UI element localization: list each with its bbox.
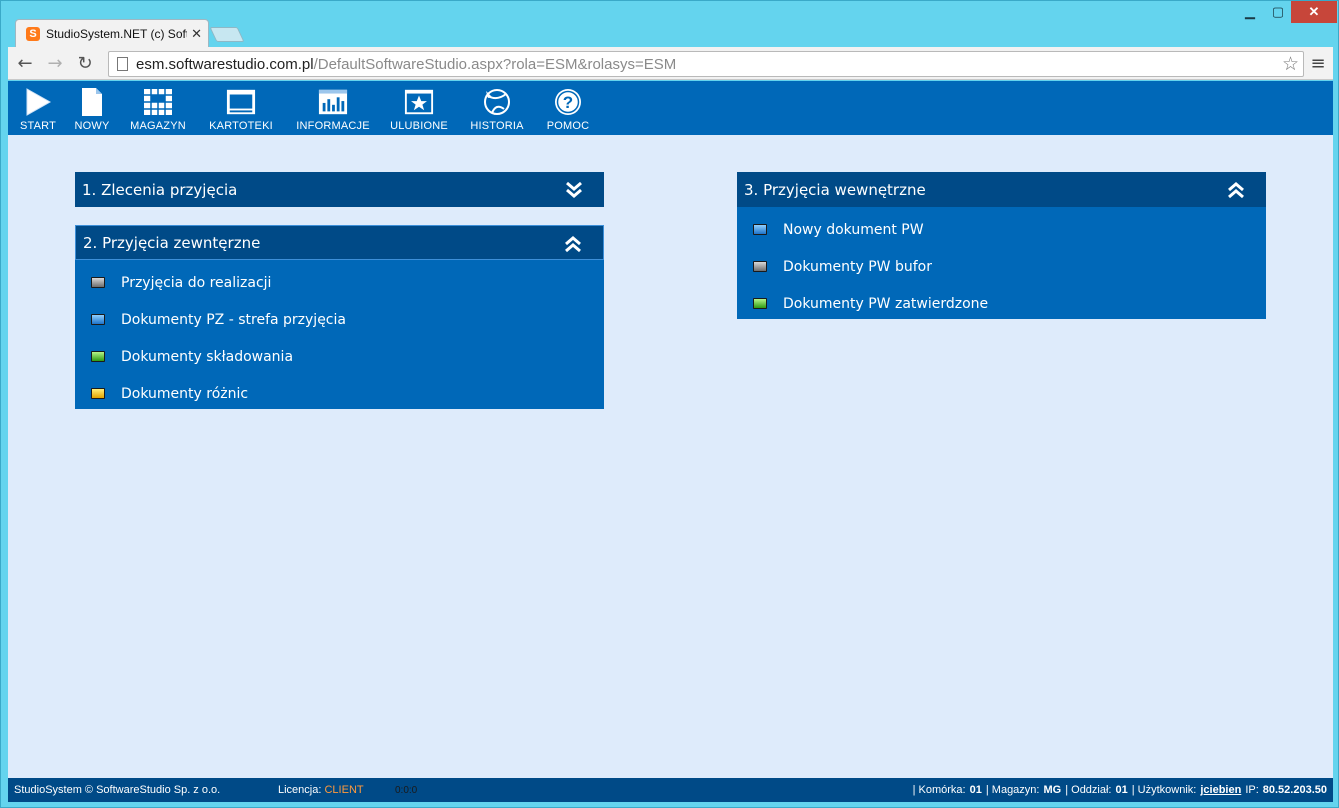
panel-wewnetrzne-header[interactable]: 3. Przyjęcia wewnętrzne bbox=[737, 172, 1266, 207]
back-arrow-icon[interactable]: ← bbox=[12, 50, 38, 76]
menu-magazyn-label: MAGAZYN bbox=[130, 120, 186, 132]
app-content: START NOWY MAGAZYN KARTOTEKI INFORMACJE … bbox=[8, 81, 1333, 802]
window-close-icon[interactable]: ✕ bbox=[1291, 1, 1337, 23]
panel-zewnetrzne-body: Przyjęcia do realizacji Dokumenty PZ - s… bbox=[75, 260, 604, 420]
list-item-dokumenty-pz[interactable]: Dokumenty PZ - strefa przyjęcia bbox=[75, 301, 604, 338]
panel-przyjecia-wewnetrzne: 3. Przyjęcia wewnętrzne Nowy dokument PW… bbox=[737, 172, 1266, 319]
status-komorka-label: | Komórka: bbox=[912, 784, 966, 796]
list-item-label: Dokumenty różnic bbox=[121, 385, 249, 402]
app-menu-bar: START NOWY MAGAZYN KARTOTEKI INFORMACJE … bbox=[8, 81, 1333, 135]
new-document-icon bbox=[77, 87, 107, 117]
play-icon bbox=[23, 87, 53, 117]
status-oddzial-label: | Oddział: bbox=[1065, 784, 1112, 796]
svg-text:?: ? bbox=[563, 93, 573, 112]
list-item-dokumenty-pw-bufor[interactable]: Dokumenty PW bufor bbox=[737, 248, 1266, 285]
list-item-label: Nowy dokument PW bbox=[783, 221, 924, 238]
chevron-double-up-icon[interactable] bbox=[1226, 180, 1246, 200]
forward-arrow-icon[interactable]: → bbox=[42, 50, 68, 76]
browser-menu-icon[interactable]: ≡ bbox=[1308, 51, 1328, 75]
menu-informacje-label: INFORMACJE bbox=[296, 120, 370, 132]
list-item-label: Przyjęcia do realizacji bbox=[121, 274, 272, 291]
status-user-label: | Użytkownik: bbox=[1131, 784, 1197, 796]
browser-tab[interactable]: S StudioSystem.NET (c) Soft ✕ bbox=[15, 19, 209, 47]
chevron-double-up-icon[interactable] bbox=[563, 234, 583, 254]
star-icon bbox=[404, 87, 434, 117]
bar-chart-icon bbox=[318, 87, 348, 117]
blue-bullet-icon bbox=[753, 224, 767, 235]
list-item-label: Dokumenty składowania bbox=[121, 348, 294, 365]
menu-start-button[interactable]: START bbox=[12, 81, 64, 135]
status-oddzial-value: 01 bbox=[1115, 784, 1128, 796]
menu-ulubione-button[interactable]: ULUBIONE bbox=[380, 81, 458, 135]
panel-zewnetrzne-header[interactable]: 2. Przyjęcia zewntęrzne bbox=[75, 225, 604, 260]
maximize-icon[interactable]: ▢ bbox=[1265, 1, 1291, 23]
globe-history-icon bbox=[482, 87, 512, 117]
yellow-bullet-icon bbox=[91, 388, 105, 399]
browser-toolbar: ← → ↻ esm.softwarestudio.com.pl/DefaultS… bbox=[8, 47, 1333, 80]
tab-strip: S StudioSystem.NET (c) Soft ✕ ▁ ▢ ✕ bbox=[1, 1, 1338, 47]
status-user-link[interactable]: jciebien bbox=[1200, 784, 1241, 796]
status-license-label: Licencja: bbox=[278, 784, 322, 796]
blue-bullet-icon bbox=[91, 314, 105, 325]
green-bullet-icon bbox=[753, 298, 767, 309]
list-item-przyjecia-do-realizacji[interactable]: Przyjęcia do realizacji bbox=[75, 264, 604, 301]
chevron-double-down-icon[interactable] bbox=[564, 180, 584, 200]
status-bar: StudioSystem © SoftwareStudio Sp. z o.o.… bbox=[8, 778, 1333, 802]
window-card-icon bbox=[226, 87, 256, 117]
menu-kartoteki-button[interactable]: KARTOTEKI bbox=[196, 81, 286, 135]
new-tab-button[interactable] bbox=[209, 27, 245, 42]
panel-zlecenia-title: 1. Zlecenia przyjęcia bbox=[82, 180, 238, 199]
panel-zlecenia-header[interactable]: 1. Zlecenia przyjęcia bbox=[75, 172, 604, 207]
status-license: Licencja: CLIENT bbox=[278, 784, 364, 796]
list-item-dokumenty-skladowania[interactable]: Dokumenty składowania bbox=[75, 338, 604, 375]
status-ip-label: IP: bbox=[1245, 784, 1259, 796]
warehouse-grid-icon bbox=[143, 87, 173, 117]
tab-close-icon[interactable]: ✕ bbox=[191, 26, 202, 42]
panel-zewnetrzne-title: 2. Przyjęcia zewntęrzne bbox=[83, 233, 261, 252]
menu-kartoteki-label: KARTOTEKI bbox=[209, 120, 273, 132]
status-license-value: CLIENT bbox=[324, 784, 364, 796]
list-item-label: Dokumenty PZ - strefa przyjęcia bbox=[121, 311, 346, 328]
menu-magazyn-button[interactable]: MAGAZYN bbox=[120, 81, 196, 135]
menu-historia-button[interactable]: HISTORIA bbox=[458, 81, 536, 135]
browser-window: S StudioSystem.NET (c) Soft ✕ ▁ ▢ ✕ ← → … bbox=[0, 0, 1339, 808]
list-item-dokumenty-pw-zatwierdzone[interactable]: Dokumenty PW zatwierdzone bbox=[737, 285, 1266, 322]
panel-zlecenia-przyjecia: 1. Zlecenia przyjęcia bbox=[75, 172, 604, 207]
url-host: esm.softwarestudio.com.pl bbox=[136, 55, 314, 73]
menu-historia-label: HISTORIA bbox=[470, 120, 524, 132]
status-session-info: | Komórka: 01 | Magazyn: MG | Oddział: 0… bbox=[909, 784, 1327, 796]
menu-informacje-button[interactable]: INFORMACJE bbox=[286, 81, 380, 135]
status-code: 0:0:0 bbox=[395, 784, 418, 796]
gray-bullet-icon bbox=[753, 261, 767, 272]
list-item-label: Dokumenty PW zatwierdzone bbox=[783, 295, 989, 312]
bookmark-star-icon[interactable]: ☆ bbox=[1282, 53, 1299, 75]
minimize-icon[interactable]: ▁ bbox=[1237, 1, 1263, 23]
favicon-icon: S bbox=[26, 26, 40, 41]
list-item-nowy-dokument-pw[interactable]: Nowy dokument PW bbox=[737, 211, 1266, 248]
panel-wewnetrzne-title: 3. Przyjęcia wewnętrzne bbox=[744, 180, 926, 199]
reload-icon[interactable]: ↻ bbox=[72, 50, 98, 76]
status-magazyn-label: | Magazyn: bbox=[985, 784, 1040, 796]
menu-pomoc-button[interactable]: ? POMOC bbox=[536, 81, 600, 135]
status-magazyn-value: MG bbox=[1043, 784, 1062, 796]
menu-start-label: START bbox=[19, 120, 57, 132]
help-icon: ? bbox=[553, 87, 583, 117]
list-item-dokumenty-roznic[interactable]: Dokumenty różnic bbox=[75, 375, 604, 412]
menu-pomoc-label: POMOC bbox=[546, 120, 590, 132]
panel-przyjecia-zewnetrzne: 2. Przyjęcia zewntęrzne Przyjęcia do rea… bbox=[75, 225, 604, 409]
status-copyright: StudioSystem © SoftwareStudio Sp. z o.o. bbox=[14, 784, 221, 796]
menu-nowy-label: NOWY bbox=[74, 120, 110, 132]
green-bullet-icon bbox=[91, 351, 105, 362]
address-bar[interactable]: esm.softwarestudio.com.pl/DefaultSoftwar… bbox=[108, 51, 1304, 77]
status-komorka-value: 01 bbox=[969, 784, 982, 796]
gray-bullet-icon bbox=[91, 277, 105, 288]
panel-wewnetrzne-body: Nowy dokument PW Dokumenty PW bufor Doku… bbox=[737, 207, 1266, 330]
page-icon bbox=[117, 57, 128, 71]
tab-title: StudioSystem.NET (c) Soft bbox=[46, 26, 188, 41]
menu-nowy-button[interactable]: NOWY bbox=[64, 81, 120, 135]
menu-ulubione-label: ULUBIONE bbox=[390, 120, 448, 132]
list-item-label: Dokumenty PW bufor bbox=[783, 258, 932, 275]
status-ip-value: 80.52.203.50 bbox=[1262, 784, 1327, 796]
url-path: /DefaultSoftwareStudio.aspx?rola=ESM&rol… bbox=[313, 55, 677, 73]
